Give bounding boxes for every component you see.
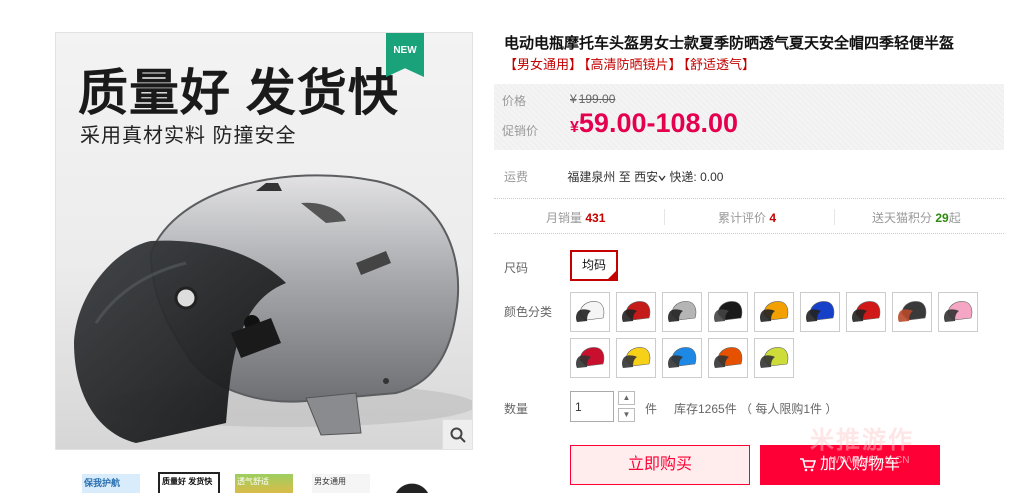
stock-info: 库存1265件 （ 每人限购1件 ） [674,402,838,416]
helmet-swatch-icon [714,301,743,322]
thumbnail-1[interactable]: 保我护航 [80,472,142,493]
color-swatch[interactable] [662,292,702,332]
shipping-destination: 西安 [634,170,659,184]
color-swatch[interactable] [616,292,656,332]
quantity-input[interactable] [570,391,614,422]
thumbnail-caption: 质量好 发货快 [160,474,218,493]
reviews-label: 累计评价 [718,211,767,225]
shipping-destination-select[interactable]: 西安 [634,170,666,184]
shipping-to-word: 至 [618,170,631,184]
thumbnail-strip: 保我护航 质量好 发货快 透气舒适 男女通用 [80,472,460,493]
tag-unisex: 【男女通用】 [504,57,583,72]
promo-price: ¥59.00-108.00 [570,108,738,139]
tag-breathable: 【舒适透气】 [683,57,756,72]
shipping-method: 快递: 0.00 [669,170,724,184]
price-box: 价格 ¥199.00 促销价 ¥59.00-108.00 [494,84,1004,150]
helmet-swatch-icon [668,347,697,368]
cart-icon [799,457,817,472]
helmet-swatch-icon [760,301,789,322]
thumbnail-2[interactable]: 质量好 发货快 [158,472,220,493]
color-swatch[interactable] [800,292,840,332]
watermark-subtext: WWW.MIT...N.CN [830,455,910,466]
monthly-sales-label: 月销量 [546,211,583,225]
color-swatch[interactable] [616,338,656,378]
helmet-swatch-icon [576,301,605,322]
magnifier-icon [450,427,466,443]
quantity-label: 数量 [504,402,529,416]
helmet-swatch-icon [852,301,881,322]
product-tags: 【男女通用】 【高清防晒镜片】 【舒适透气】 [504,54,757,73]
shipping-row: 运费 福建泉州 至 西安 快递: 0.00 [504,168,1004,185]
color-swatch[interactable] [754,292,794,332]
size-option-one-size[interactable]: 均码 [570,250,618,281]
stats-bar: 月销量 431 累计评价 4 送天猫积分 29起 [494,198,1004,234]
original-price: ¥199.00 [570,92,615,106]
color-swatch[interactable] [570,292,610,332]
thumbnail-caption: 保我护航 [82,474,140,493]
helmet-swatch-icon [760,347,789,368]
promo-title: 质量好 发货快 [78,65,399,121]
helmet-illustration [74,174,472,443]
tag-hd-visor: 【高清防晒镜片】 [584,57,682,72]
points-suffix: 起 [948,211,961,225]
promo-currency: ¥ [570,119,579,136]
chevron-down-icon [658,175,666,181]
helmet-swatch-icon [898,301,927,322]
color-swatch[interactable] [708,338,748,378]
stats-divider [834,209,835,225]
thumbnail-caption [392,472,432,493]
color-swatch[interactable] [708,292,748,332]
thumbnail-caption: 透气舒适 [235,474,293,493]
helmet-swatch-icon [622,301,651,322]
quantity-increase-button[interactable]: ▲ [618,391,635,405]
original-currency: ¥ [570,92,577,106]
helmet-swatch-icon [944,301,973,322]
helmet-swatch-icon [806,301,835,322]
total-reviews[interactable]: 累计评价 4 [718,209,776,226]
color-swatch[interactable] [846,292,886,332]
helmet-swatch-icon [668,301,697,322]
quantity-decrease-button[interactable]: ▼ [618,408,635,422]
points-value: 29 [935,211,949,225]
color-swatch[interactable] [938,292,978,332]
thumbnail-5[interactable] [392,472,432,493]
shipping-from: 福建泉州 [567,170,616,184]
promo-price-value: 59.00-108.00 [578,108,739,138]
shipping-label: 运费 [504,170,529,184]
zoom-button[interactable] [442,419,472,449]
thumbnail-4[interactable]: 男女通用 [310,472,372,493]
thumbnail-3[interactable]: 透气舒适 [233,472,295,493]
points-label: 送天猫积分 [872,211,933,225]
promo-price-label: 促销价 [502,124,539,138]
monthly-sales-value: 431 [585,211,606,225]
helmet-swatch-icon [576,347,605,368]
helmet-swatch-icon [622,347,651,368]
thumbnail-caption: 男女通用 [312,474,370,493]
monthly-sales: 月销量 431 [546,209,605,226]
color-swatch[interactable] [662,338,702,378]
stats-divider [664,209,665,225]
original-price-value: 199.00 [578,92,616,106]
new-badge: NEW [386,33,424,77]
watermark-text: 米推游作 [810,427,914,454]
color-swatch[interactable] [570,338,610,378]
tmall-points: 送天猫积分 29起 [872,209,961,226]
quantity-unit: 件 [645,402,658,416]
color-swatch[interactable] [892,292,932,332]
helmet-swatch-icon [714,347,743,368]
color-label: 颜色分类 [504,305,553,319]
size-label: 尺码 [504,261,529,275]
buy-now-button[interactable]: 立即购买 [570,445,750,485]
color-swatch[interactable] [754,338,794,378]
original-price-label: 价格 [502,94,527,108]
main-product-image[interactable]: 质量好 发货快 采用真材实料 防撞安全 NEW [55,32,473,450]
reviews-value: 4 [769,211,777,225]
product-title: 电动电瓶摩托车头盔男女士款夏季防晒透气夏天安全帽四季轻便半盔 [504,35,955,52]
